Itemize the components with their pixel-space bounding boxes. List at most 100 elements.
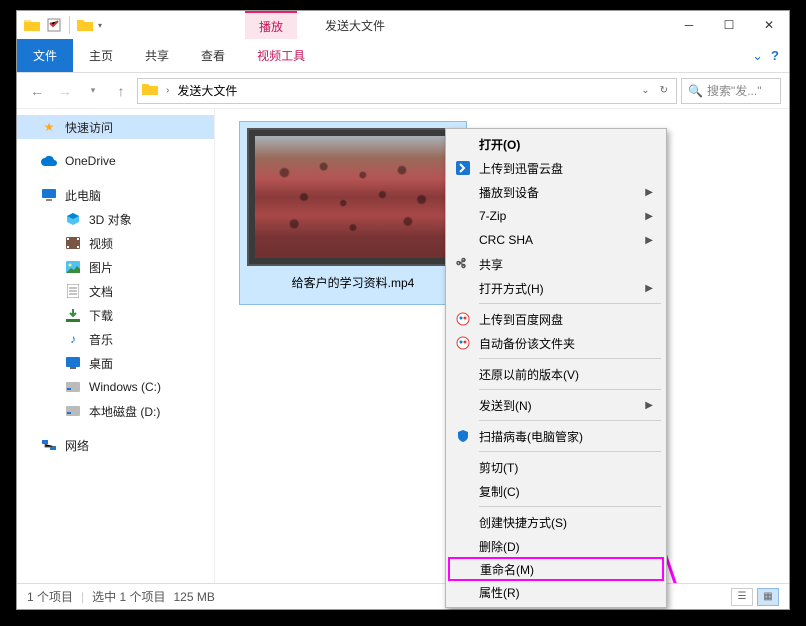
sidebar-item-videos[interactable]: 视频 bbox=[17, 231, 214, 255]
sidebar-item-drive-d[interactable]: 本地磁盘 (D:) bbox=[17, 399, 214, 423]
thumbnail-image bbox=[255, 136, 451, 258]
ctx-restore[interactable]: 还原以前的版本(V) bbox=[449, 362, 663, 386]
sidebar-item-network[interactable]: 网络 bbox=[17, 433, 214, 457]
shield-icon bbox=[455, 428, 471, 444]
ctx-separator bbox=[479, 451, 661, 452]
drive-icon bbox=[65, 403, 81, 419]
chevron-down-icon: ⌄ bbox=[752, 48, 763, 64]
sidebar-label: 3D 对象 bbox=[89, 211, 132, 228]
music-icon: ♪ bbox=[65, 331, 81, 347]
back-button[interactable]: ← bbox=[25, 79, 49, 103]
address-field[interactable]: › 发送大文件 ⌄ ↻ bbox=[137, 78, 677, 104]
ctx-separator bbox=[479, 358, 661, 359]
ctx-separator bbox=[479, 303, 661, 304]
baidu-icon bbox=[455, 335, 471, 351]
ctx-7zip[interactable]: 7-Zip▶ bbox=[449, 204, 663, 228]
ctx-copy[interactable]: 复制(C) bbox=[449, 479, 663, 503]
qat-dropdown-icon[interactable]: ▾ bbox=[98, 21, 102, 30]
view-icons-button[interactable]: ▦ bbox=[757, 588, 779, 606]
recent-dropdown[interactable]: ▾ bbox=[81, 79, 105, 103]
ribbon-expand[interactable]: ⌄ ? bbox=[752, 39, 789, 72]
sidebar-label: 图片 bbox=[89, 259, 113, 276]
ctx-cast[interactable]: 播放到设备▶ bbox=[449, 180, 663, 204]
status-selected: 选中 1 个项目 bbox=[92, 588, 165, 605]
sidebar-item-onedrive[interactable]: OneDrive bbox=[17, 149, 214, 173]
ctx-scan-virus[interactable]: 扫描病毒(电脑管家) bbox=[449, 424, 663, 448]
tab-view[interactable]: 查看 bbox=[185, 39, 241, 72]
close-button[interactable]: ✕ bbox=[749, 11, 789, 39]
sidebar-label: 桌面 bbox=[89, 355, 113, 372]
sidebar-item-3d-objects[interactable]: 3D 对象 bbox=[17, 207, 214, 231]
sidebar-item-drive-c[interactable]: Windows (C:) bbox=[17, 375, 214, 399]
sidebar-label: 下载 bbox=[89, 307, 113, 324]
ctx-delete[interactable]: 删除(D) bbox=[449, 534, 663, 558]
forward-button[interactable]: → bbox=[53, 79, 77, 103]
sidebar-label: 本地磁盘 (D:) bbox=[89, 403, 160, 420]
tab-share[interactable]: 共享 bbox=[129, 39, 185, 72]
sidebar-item-pictures[interactable]: 图片 bbox=[17, 255, 214, 279]
ctx-separator bbox=[479, 389, 661, 390]
ctx-upload-xunlei[interactable]: 上传到迅雷云盘 bbox=[449, 156, 663, 180]
help-icon[interactable]: ? bbox=[771, 48, 779, 63]
ctx-separator bbox=[479, 420, 661, 421]
qat-divider bbox=[69, 16, 70, 34]
ctx-open[interactable]: 打开(O) bbox=[449, 132, 663, 156]
properties-icon[interactable] bbox=[45, 16, 63, 34]
titlebar: ▾ 播放 发送大文件 ─ ☐ ✕ bbox=[17, 11, 789, 39]
sidebar-label: 此电脑 bbox=[65, 187, 101, 204]
ctx-rename[interactable]: 重命名(M) bbox=[448, 557, 664, 581]
window-title: 发送大文件 bbox=[325, 17, 385, 34]
ctx-share[interactable]: 共享 bbox=[449, 252, 663, 276]
tab-home[interactable]: 主页 bbox=[73, 39, 129, 72]
baidu-icon bbox=[455, 311, 471, 327]
desktop-icon bbox=[65, 355, 81, 371]
drive-icon bbox=[65, 379, 81, 395]
window-controls: ─ ☐ ✕ bbox=[669, 11, 789, 39]
sidebar-item-music[interactable]: ♪ 音乐 bbox=[17, 327, 214, 351]
chevron-right-icon: ▶ bbox=[645, 283, 653, 294]
ctx-auto-backup[interactable]: 自动备份该文件夹 bbox=[449, 331, 663, 355]
sidebar-item-quick-access[interactable]: ★ 快速访问 bbox=[17, 115, 214, 139]
file-item-selected[interactable]: 给客户的学习资料.mp4 bbox=[239, 121, 467, 305]
view-details-button[interactable]: ☰ bbox=[731, 588, 753, 606]
up-button[interactable]: ↑ bbox=[109, 79, 133, 103]
chevron-right-icon: › bbox=[162, 85, 173, 96]
downloads-icon bbox=[65, 307, 81, 323]
sidebar-item-downloads[interactable]: 下载 bbox=[17, 303, 214, 327]
explorer-window: ▾ 播放 发送大文件 ─ ☐ ✕ 文件 主页 共享 查看 视频工具 ⌄ ? ← … bbox=[16, 10, 790, 610]
sidebar-label: 音乐 bbox=[89, 331, 113, 348]
folder-icon bbox=[142, 82, 158, 99]
ctx-send-to[interactable]: 发送到(N)▶ bbox=[449, 393, 663, 417]
sidebar-item-desktop[interactable]: 桌面 bbox=[17, 351, 214, 375]
explorer-body: ★ 快速访问 OneDrive 此电脑 3D 对象 bbox=[17, 109, 789, 583]
sidebar-label: OneDrive bbox=[65, 154, 116, 168]
ctx-create-shortcut[interactable]: 创建快捷方式(S) bbox=[449, 510, 663, 534]
nav-pane[interactable]: ★ 快速访问 OneDrive 此电脑 3D 对象 bbox=[17, 109, 215, 583]
ctx-open-with[interactable]: 打开方式(H)▶ bbox=[449, 276, 663, 300]
folder-icon bbox=[76, 16, 94, 34]
minimize-button[interactable]: ─ bbox=[669, 11, 709, 39]
search-placeholder: 搜索"发..." bbox=[707, 82, 762, 99]
tab-file[interactable]: 文件 bbox=[17, 39, 73, 72]
ctx-upload-baidu[interactable]: 上传到百度网盘 bbox=[449, 307, 663, 331]
sidebar-label: Windows (C:) bbox=[89, 380, 161, 394]
address-dropdown-icon[interactable]: ⌄ bbox=[637, 85, 653, 96]
sidebar-item-this-pc[interactable]: 此电脑 bbox=[17, 183, 214, 207]
ctx-cut[interactable]: 剪切(T) bbox=[449, 455, 663, 479]
breadcrumb-folder[interactable]: 发送大文件 bbox=[177, 82, 237, 99]
ctx-properties[interactable]: 属性(R) bbox=[449, 580, 663, 604]
tab-video-tools[interactable]: 视频工具 bbox=[241, 39, 321, 72]
sidebar-label: 视频 bbox=[89, 235, 113, 252]
search-input[interactable]: 🔍 搜索"发..." bbox=[681, 78, 781, 104]
maximize-button[interactable]: ☐ bbox=[709, 11, 749, 39]
sidebar-item-documents[interactable]: 文档 bbox=[17, 279, 214, 303]
xunlei-icon bbox=[455, 160, 471, 176]
file-name-label[interactable]: 给客户的学习资料.mp4 bbox=[292, 274, 415, 291]
ctx-crc-sha[interactable]: CRC SHA▶ bbox=[449, 228, 663, 252]
status-size: 125 MB bbox=[173, 590, 214, 604]
context-menu: 打开(O) 上传到迅雷云盘 播放到设备▶ 7-Zip▶ CRC SHA▶ 共享 … bbox=[445, 128, 667, 608]
cloud-icon bbox=[41, 153, 57, 169]
refresh-icon[interactable]: ↻ bbox=[656, 85, 672, 96]
chevron-right-icon: ▶ bbox=[645, 400, 653, 411]
contextual-tab-play[interactable]: 播放 bbox=[245, 11, 297, 39]
